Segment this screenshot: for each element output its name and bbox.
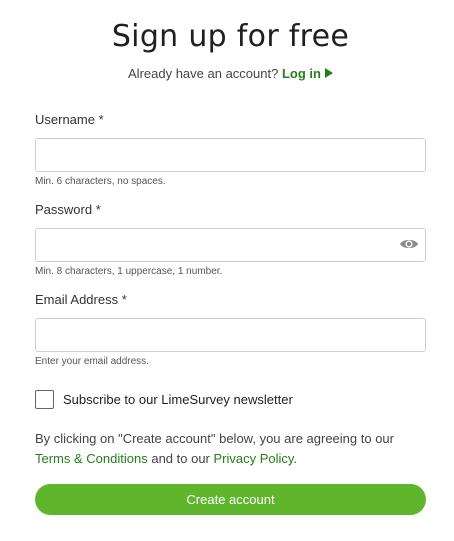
terms-middle: and to our [151, 451, 210, 466]
password-label: Password * [35, 202, 101, 217]
username-hint: Min. 6 characters, no spaces. [35, 176, 166, 187]
email-input[interactable] [35, 318, 426, 352]
play-icon [324, 68, 333, 78]
email-label: Email Address * [35, 292, 127, 307]
password-input[interactable] [35, 228, 426, 262]
password-hint: Min. 8 characters, 1 uppercase, 1 number… [35, 266, 223, 277]
login-link-label: Log in [281, 66, 321, 81]
terms-suffix: . [293, 451, 298, 466]
privacy-link[interactable]: Privacy Policy [214, 451, 294, 466]
login-link[interactable]: Log in [282, 66, 333, 81]
newsletter-checkbox[interactable] [35, 390, 54, 409]
email-hint: Enter your email address. [35, 356, 149, 367]
page-title: Sign up for free [111, 19, 350, 54]
newsletter-label[interactable]: Subscribe to our LimeSurvey newsletter [63, 392, 293, 407]
create-account-button[interactable]: Create account [35, 484, 426, 515]
terms-prefix: By clicking on "Create account" below, y… [35, 431, 394, 446]
login-prompt-text: Already have an account? [128, 66, 279, 81]
terms-text: By clicking on "Create account" below, y… [35, 429, 430, 469]
login-prompt: Already have an account? Log in [35, 66, 426, 81]
terms-link[interactable]: Terms & Conditions [35, 451, 148, 466]
eye-icon[interactable] [399, 237, 419, 251]
username-label: Username * [35, 112, 104, 127]
username-input[interactable] [35, 138, 426, 172]
